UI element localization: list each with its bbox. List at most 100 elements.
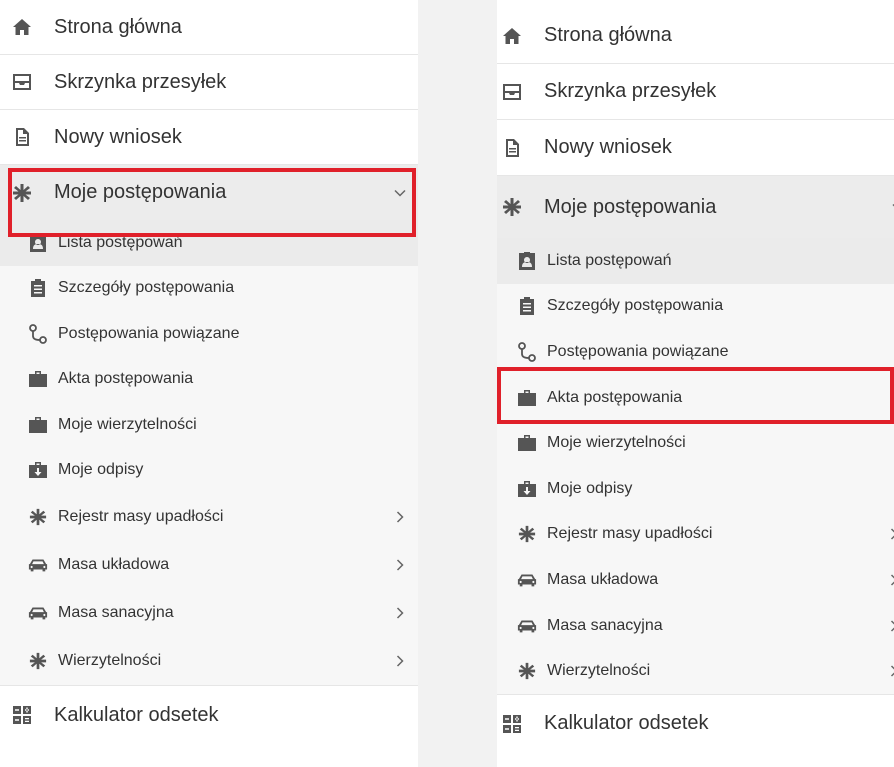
document-icon: [500, 136, 524, 160]
chevron-right-icon[interactable]: [396, 511, 404, 523]
car-icon: [28, 603, 48, 623]
link-route-icon: [28, 323, 48, 344]
submenu-item-label: Masa sanacyjna: [547, 616, 663, 634]
menu-item-inbox[interactable]: Skrzynka przesyłek: [497, 64, 894, 120]
briefcase-icon: [28, 415, 48, 435]
submenu-item-proceedings-list[interactable]: Lista postępowań: [497, 238, 894, 284]
briefcase-download-icon: [28, 460, 48, 480]
briefcase-icon: [28, 369, 48, 389]
submenu-item-label: Masa układowa: [547, 570, 659, 588]
chevron-right-icon[interactable]: [890, 574, 894, 586]
menu-item-label: Moje postępowania: [544, 195, 717, 218]
chevron-down-icon[interactable]: [394, 189, 406, 197]
submenu-item-restructuring-estate[interactable]: Masa sanacyjna: [0, 589, 418, 637]
chevron-right-icon[interactable]: [890, 528, 894, 540]
chevron-right-icon[interactable]: [396, 655, 404, 667]
car-icon: [517, 616, 537, 636]
submenu-item-label: Moje odpisy: [58, 461, 144, 479]
submenu-item-label: Postępowania powiązane: [547, 342, 729, 360]
submenu-item-bankruptcy-estate-register[interactable]: Rejestr masy upadłości: [497, 512, 894, 558]
car-icon: [517, 570, 537, 590]
submenu-item-label: Moje odpisy: [547, 479, 633, 497]
submenu-item-proceeding-files[interactable]: Akta postępowania: [0, 357, 418, 403]
submenu-item-label: Lista postępowań: [547, 251, 672, 269]
asterisk-icon: [500, 195, 524, 219]
asterisk-icon: [517, 524, 537, 544]
chevron-right-icon[interactable]: [396, 607, 404, 619]
submenu-item-label: Rejestr masy upadłości: [58, 508, 224, 525]
submenu-item-restructuring-estate[interactable]: Masa sanacyjna: [497, 603, 894, 649]
inbox-icon: [10, 70, 34, 94]
car-icon: [28, 555, 48, 575]
menu-item-inbox[interactable]: Skrzynka przesyłek: [0, 55, 418, 110]
left-sidebar-panel: Strona główna Skrzynka przesyłek Nowy wn…: [0, 0, 418, 767]
menu-item-label: Skrzynka przesyłek: [54, 70, 227, 93]
asterisk-icon: [517, 661, 537, 681]
menu-item-interest-calculator[interactable]: Kalkulator odsetek: [497, 693, 894, 753]
right-sidebar-panel: Strona główna Skrzynka przesyłek Nowy wn…: [497, 0, 894, 767]
submenu-item-label: Wierzytelności: [547, 662, 651, 680]
briefcase-icon: [517, 388, 537, 408]
asterisk-icon: [28, 651, 48, 671]
submenu-item-bankruptcy-estate-register[interactable]: Rejestr masy upadłości: [0, 493, 418, 541]
menu-item-interest-calculator[interactable]: Kalkulator odsetek: [0, 685, 418, 744]
submenu-item-label: Akta postępowania: [58, 370, 194, 388]
link-route-icon: [517, 342, 537, 362]
submenu-my-proceedings: Lista postępowań Szczegóły postępowania …: [0, 220, 418, 685]
clipboard-icon: [517, 296, 537, 316]
chevron-right-icon[interactable]: [890, 620, 894, 632]
submenu-item-my-copies[interactable]: Moje odpisy: [0, 448, 418, 494]
menu-item-label: Kalkulator odsetek: [544, 712, 709, 735]
sidebar-menu: Strona główna Skrzynka przesyłek Nowy wn…: [0, 0, 418, 744]
asterisk-icon: [10, 181, 34, 205]
submenu-item-label: Akta postępowania: [547, 388, 683, 406]
submenu-item-label: Masa układowa: [58, 556, 170, 573]
menu-item-label: Nowy wniosek: [544, 136, 672, 158]
submenu-my-proceedings: Lista postępowań Szczegóły postępowania …: [497, 238, 894, 694]
submenu-item-label: Szczegóły postępowania: [58, 279, 235, 297]
submenu-item-my-copies[interactable]: Moje odpisy: [497, 466, 894, 512]
submenu-item-arrangement-estate[interactable]: Masa układowa: [0, 541, 418, 589]
submenu-item-related-proceedings[interactable]: Postępowania powiązane: [497, 329, 894, 375]
menu-item-label: Nowy wniosek: [54, 125, 182, 148]
submenu-item-label: Masa sanacyjna: [58, 604, 174, 621]
calculator-icon: [500, 712, 524, 736]
clipboard-icon: [28, 278, 48, 298]
menu-item-new-application[interactable]: Nowy wniosek: [497, 120, 894, 176]
menu-item-label: Strona główna: [544, 24, 672, 46]
submenu-item-arrangement-estate[interactable]: Masa układowa: [497, 557, 894, 603]
menu-item-my-proceedings[interactable]: Moje postępowania: [0, 165, 418, 220]
submenu-item-my-claims[interactable]: Moje wierzytelności: [497, 420, 894, 466]
menu-item-new-application[interactable]: Nowy wniosek: [0, 110, 418, 165]
id-badge-icon: [28, 233, 48, 253]
menu-item-label: Strona główna: [54, 15, 182, 38]
menu-item-my-proceedings[interactable]: Moje postępowania: [497, 176, 894, 238]
home-icon: [10, 15, 34, 39]
menu-item-label: Skrzynka przesyłek: [544, 80, 717, 102]
chevron-right-icon[interactable]: [890, 665, 894, 677]
briefcase-icon: [517, 433, 537, 453]
submenu-item-proceedings-list[interactable]: Lista postępowań: [0, 220, 418, 266]
calculator-icon: [10, 703, 34, 727]
id-badge-icon: [517, 251, 537, 271]
submenu-item-label: Moje wierzytelności: [547, 434, 686, 452]
submenu-item-label: Moje wierzytelności: [58, 415, 197, 433]
chevron-right-icon[interactable]: [396, 559, 404, 571]
submenu-item-my-claims[interactable]: Moje wierzytelności: [0, 402, 418, 448]
submenu-item-proceeding-details[interactable]: Szczegóły postępowania: [0, 266, 418, 312]
submenu-item-proceeding-files[interactable]: Akta postępowania: [497, 375, 894, 421]
home-icon: [500, 24, 524, 48]
submenu-item-label: Postępowania powiązane: [58, 324, 240, 342]
submenu-item-label: Szczegóły postępowania: [547, 297, 724, 315]
menu-item-label: Moje postępowania: [54, 181, 227, 203]
submenu-item-proceeding-details[interactable]: Szczegóły postępowania: [497, 284, 894, 330]
submenu-item-label: Lista postępowań: [58, 233, 183, 251]
submenu-item-label: Rejestr masy upadłości: [547, 525, 713, 543]
menu-item-home[interactable]: Strona główna: [0, 0, 418, 55]
menu-item-label: Kalkulator odsetek: [54, 703, 219, 726]
submenu-item-claims[interactable]: Wierzytelności: [0, 637, 418, 685]
submenu-item-related-proceedings[interactable]: Postępowania powiązane: [0, 311, 418, 357]
menu-item-home[interactable]: Strona główna: [497, 8, 894, 64]
submenu-item-claims[interactable]: Wierzytelności: [497, 648, 894, 694]
sidebar-menu: Strona główna Skrzynka przesyłek Nowy wn…: [497, 8, 894, 753]
